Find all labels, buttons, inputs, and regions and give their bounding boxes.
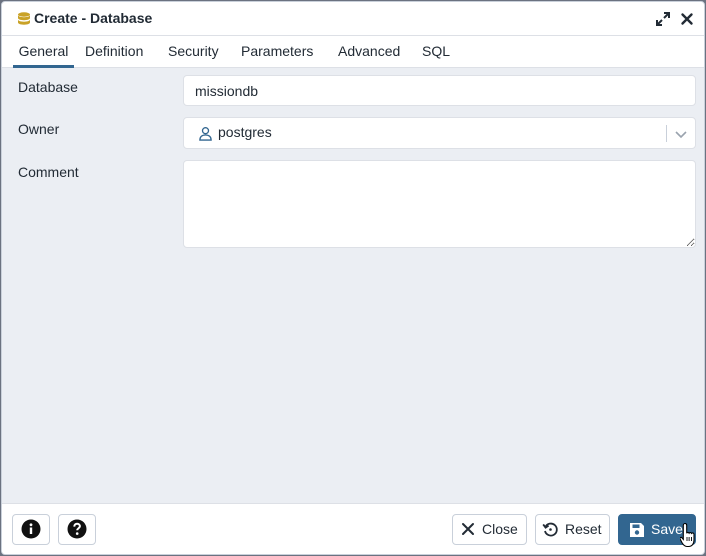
close-button[interactable]: Close [452, 514, 527, 545]
tab-sql[interactable]: SQL [422, 36, 450, 68]
close-icon[interactable] [679, 11, 695, 27]
dialog-footer: Close Reset Save [2, 503, 704, 554]
select-separator [666, 125, 667, 142]
database-name-input[interactable] [183, 75, 696, 106]
owner-value: postgres [218, 124, 272, 140]
close-icon [462, 523, 474, 535]
maximize-icon[interactable] [655, 11, 671, 27]
database-label: Database [18, 79, 78, 95]
save-button[interactable]: Save [618, 514, 696, 545]
dialog-titlebar[interactable]: Create - Database [2, 2, 704, 36]
reset-button[interactable]: Reset [535, 514, 610, 545]
tab-bar: General Definition Security Parameters A… [2, 36, 704, 68]
user-icon [199, 127, 212, 141]
tab-definition[interactable]: Definition [85, 36, 143, 68]
save-icon [630, 523, 644, 537]
owner-select[interactable]: postgres [183, 117, 696, 149]
comment-label: Comment [18, 164, 79, 180]
reset-icon [542, 522, 558, 537]
owner-label: Owner [18, 121, 60, 137]
dialog-title: Create - Database [34, 10, 153, 26]
info-icon [21, 519, 41, 539]
tab-parameters[interactable]: Parameters [241, 36, 313, 68]
chevron-down-icon[interactable] [674, 127, 688, 141]
tab-security[interactable]: Security [168, 36, 219, 68]
help-icon [67, 519, 87, 539]
help-button[interactable] [58, 514, 96, 545]
create-database-dialog: Create - Database General Definition Sec… [1, 1, 705, 555]
info-button[interactable] [12, 514, 50, 545]
database-icon [18, 12, 30, 25]
tab-advanced[interactable]: Advanced [338, 36, 400, 68]
tab-general[interactable]: General [13, 36, 74, 68]
comment-textarea[interactable] [183, 160, 696, 248]
